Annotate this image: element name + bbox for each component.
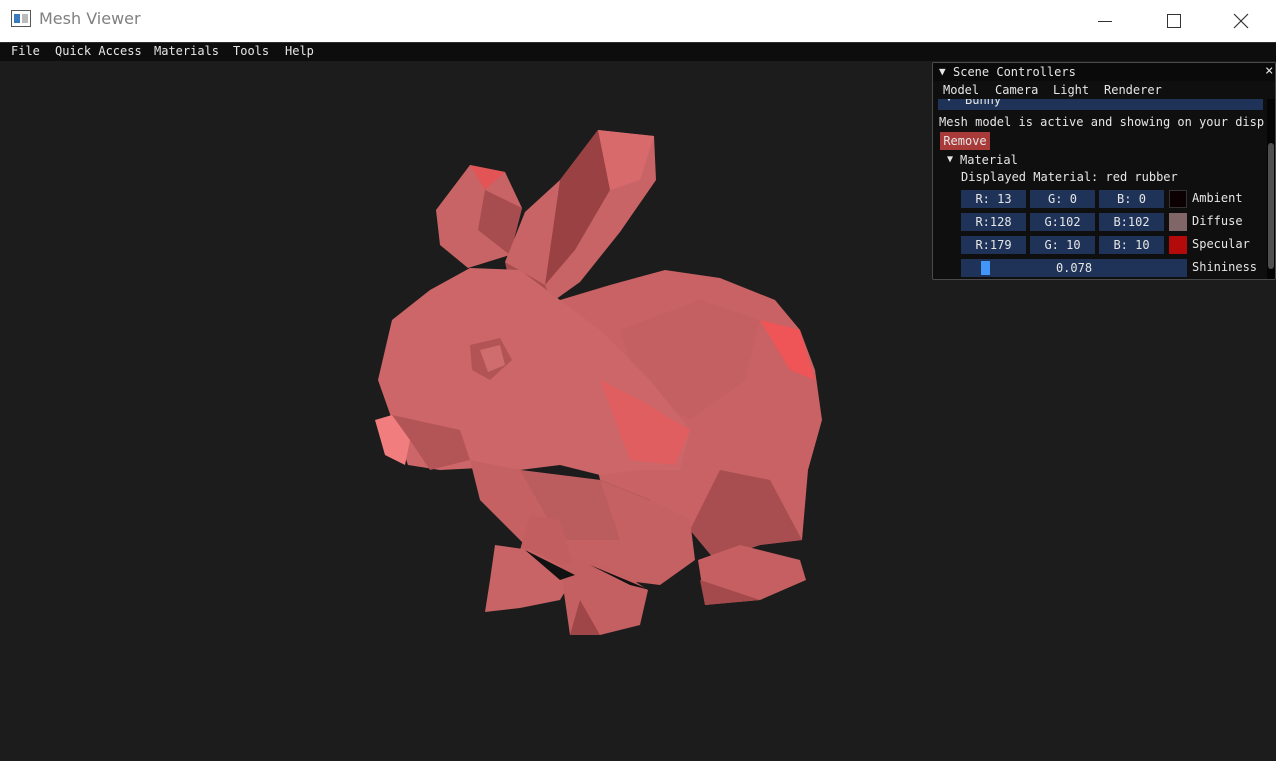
displayed-material-text: Displayed Material: red rubber	[961, 170, 1178, 184]
panel-title-bar[interactable]: ▼ Scene Controllers ×	[933, 63, 1275, 81]
material-header[interactable]: Material	[960, 153, 1018, 167]
diffuse-label: Diffuse	[1192, 214, 1243, 228]
diffuse-b-field[interactable]: B:102	[1099, 213, 1164, 231]
specular-g-field[interactable]: G: 10	[1030, 236, 1095, 254]
tab-camera[interactable]: Camera	[995, 83, 1038, 97]
ambient-r-field[interactable]: R: 13	[961, 190, 1026, 208]
maximize-icon	[1167, 14, 1181, 28]
close-icon	[1233, 13, 1249, 29]
ambient-g-field[interactable]: G: 0	[1030, 190, 1095, 208]
tab-model[interactable]: Model	[943, 83, 979, 97]
menu-bar: File Quick Access Materials Tools Help	[0, 42, 1276, 61]
diffuse-color-swatch[interactable]	[1169, 213, 1187, 231]
remove-button[interactable]: Remove	[940, 132, 990, 150]
specular-b-field[interactable]: B: 10	[1099, 236, 1164, 254]
collapse-triangle-icon[interactable]: ▼	[939, 65, 946, 78]
model-header-label: Bunny	[965, 99, 1002, 107]
tab-light[interactable]: Light	[1053, 83, 1089, 97]
shininess-value: 0.078	[1055, 261, 1093, 275]
window-title: Mesh Viewer	[39, 9, 141, 28]
shininess-slider[interactable]: 0.078	[961, 259, 1187, 277]
model-status-text: Mesh model is active and showing on your…	[939, 115, 1265, 129]
menu-tools[interactable]: Tools	[233, 44, 269, 58]
specular-r-field[interactable]: R:179	[961, 236, 1026, 254]
ambient-label: Ambient	[1192, 191, 1243, 205]
shininess-slider-grab[interactable]	[981, 261, 990, 275]
app-icon	[11, 10, 31, 27]
maximize-button[interactable]	[1139, 0, 1209, 42]
panel-scrollbar-thumb[interactable]	[1268, 143, 1274, 269]
diffuse-g-field[interactable]: G:102	[1030, 213, 1095, 231]
panel-title: Scene Controllers	[953, 65, 1076, 79]
material-expand-triangle-icon[interactable]: ▼	[947, 154, 953, 165]
model-header[interactable]: ▼ Bunny	[938, 99, 1263, 110]
tab-renderer[interactable]: Renderer	[1104, 83, 1162, 97]
shininess-label: Shininess	[1192, 260, 1258, 274]
panel-content: ▼ Bunny Mesh model is active and showing…	[933, 99, 1265, 279]
ambient-b-field[interactable]: B: 0	[1099, 190, 1164, 208]
minimize-icon	[1098, 21, 1112, 22]
panel-close-icon[interactable]: ×	[1265, 63, 1273, 79]
diffuse-r-field[interactable]: R:128	[961, 213, 1026, 231]
expand-triangle-icon: ▼	[946, 99, 952, 104]
panel-scrollbar[interactable]	[1267, 99, 1275, 279]
menu-file[interactable]: File	[11, 44, 40, 58]
specular-label: Specular	[1192, 237, 1250, 251]
title-bar: Mesh Viewer	[0, 0, 1276, 42]
specular-color-swatch[interactable]	[1169, 236, 1187, 254]
menu-quick-access[interactable]: Quick Access	[55, 44, 142, 58]
close-button[interactable]	[1206, 0, 1276, 42]
scene-controllers-panel: ▼ Scene Controllers × Model Camera Light…	[932, 62, 1276, 280]
minimize-button[interactable]	[1070, 0, 1140, 42]
menu-help[interactable]: Help	[285, 44, 314, 58]
menu-materials[interactable]: Materials	[154, 44, 219, 58]
ambient-color-swatch[interactable]	[1169, 190, 1187, 208]
